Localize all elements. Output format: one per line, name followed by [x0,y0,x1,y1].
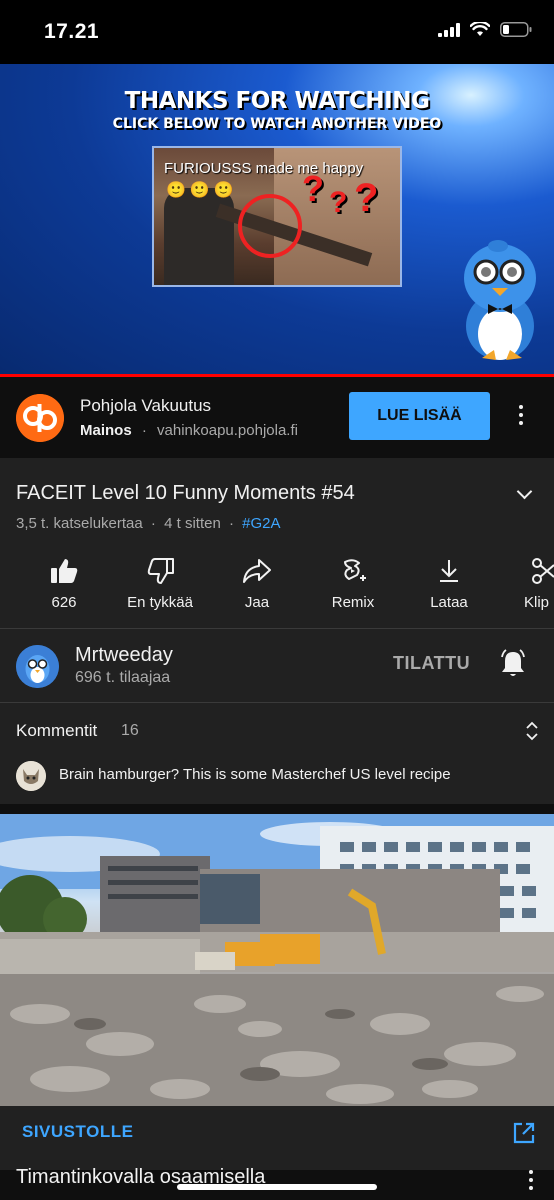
thumbs-up-icon [51,559,78,583]
video-player[interactable]: THANKS FOR WATCHING CLICK BELOW TO WATCH… [0,64,554,375]
top-comment-text: Brain hamburger? This is some Masterchef… [59,766,451,783]
remix-icon [344,559,366,581]
status-icons [438,22,532,37]
notification-bell-icon[interactable] [500,649,526,679]
ad-label: Mainos [80,422,132,439]
video-meta[interactable]: 3,5 t. katselukertaa · 4 t sitten · #G2A [16,515,281,532]
remix-label: Remix [331,594,375,611]
ad-domain: vahinkoapu.pohjola.fi [157,422,298,439]
dislike-button[interactable]: En tykkää [115,556,205,616]
share-button[interactable]: Jaa [212,556,302,616]
like-button[interactable]: 626 [19,556,109,616]
home-indicator[interactable] [177,1184,377,1190]
chevron-down-icon[interactable] [516,483,533,500]
download-label: Lataa [430,594,468,611]
endcard-video-thumbnail[interactable]: FURIOUSSS made me happy 🙂🙂🙂 ? ? ? [152,146,402,287]
promo-more-icon[interactable] [528,1170,534,1190]
pohjola-logo-icon [16,394,64,442]
view-count: 3,5 t. katselukertaa [16,515,143,532]
endcard-glow [0,214,140,375]
endcard-title: THANKS FOR WATCHING [124,88,430,114]
download-button[interactable]: Lataa [404,556,494,616]
thumbnail-highlight-circle [238,194,302,258]
ad-meta: Mainos · vahinkoapu.pohjola.fi [80,422,298,439]
remix-button[interactable]: Remix [308,556,398,616]
like-count: 626 [51,594,77,611]
channel-name[interactable]: Mrtweeday [75,644,173,667]
share-label: Jaa [244,594,270,611]
ad-meta-separator: · [141,422,147,439]
status-time: 17.21 [44,20,100,43]
cellular-signal-icon [438,22,460,37]
hashtag-link[interactable]: #G2A [242,515,280,532]
open-external-icon[interactable] [512,1121,536,1145]
comments-title: Kommentit [16,721,98,740]
status-bar: 17.21 [0,0,554,64]
ad-advertiser-name: Pohjola Vakuutus [80,396,212,415]
comments-panel[interactable]: Kommentit 16 Brain hamburger? This is so… [0,704,554,804]
subscriber-count: 696 t. tilaajaa [75,669,171,686]
clip-button[interactable]: Klip [500,556,554,616]
dislike-label: En tykkää [127,594,193,611]
promo-image[interactable] [0,814,554,1106]
endcard-subtitle: CLICK BELOW TO WATCH ANOTHER VIDEO [112,116,442,132]
ad-more-icon[interactable] [518,405,524,425]
commenter-avatar [16,761,46,791]
share-icon [243,559,271,583]
upload-age: 4 t sitten [164,515,221,532]
subscribe-button[interactable]: TILATTU [393,653,470,674]
penguin-mascot-icon [464,240,536,360]
download-icon [440,560,458,582]
demolition-site-image [0,814,554,1106]
expand-icon[interactable] [525,721,539,741]
clip-label: Klip [524,594,550,611]
video-details: FACEIT Level 10 Funny Moments #54 3,5 t.… [0,458,554,1190]
promo-cta-bar[interactable]: SIVUSTOLLE [0,1106,554,1162]
battery-icon [500,22,532,37]
ad-cta-button[interactable]: LUE LISÄÄ [349,392,490,440]
channel-avatar[interactable] [16,645,59,688]
wifi-icon [470,22,490,36]
ad-banner[interactable]: Pohjola Vakuutus Mainos · vahinkoapu.poh… [0,377,554,457]
scissors-icon [532,558,554,584]
promo-cta-link[interactable]: SIVUSTOLLE [22,1122,133,1142]
action-bar: 626 En tykkää Jaa Remix Lataa Klip [0,556,554,626]
thumbs-down-icon [147,558,174,584]
comments-count: 16 [121,722,139,739]
channel-row[interactable]: Mrtweeday 696 t. tilaajaa TILATTU [0,629,554,701]
thumbnail-emoji: 🙂🙂🙂 [166,182,238,199]
thumbnail-caption: FURIOUSSS made me happy [164,160,364,177]
video-title[interactable]: FACEIT Level 10 Funny Moments #54 [16,482,355,505]
